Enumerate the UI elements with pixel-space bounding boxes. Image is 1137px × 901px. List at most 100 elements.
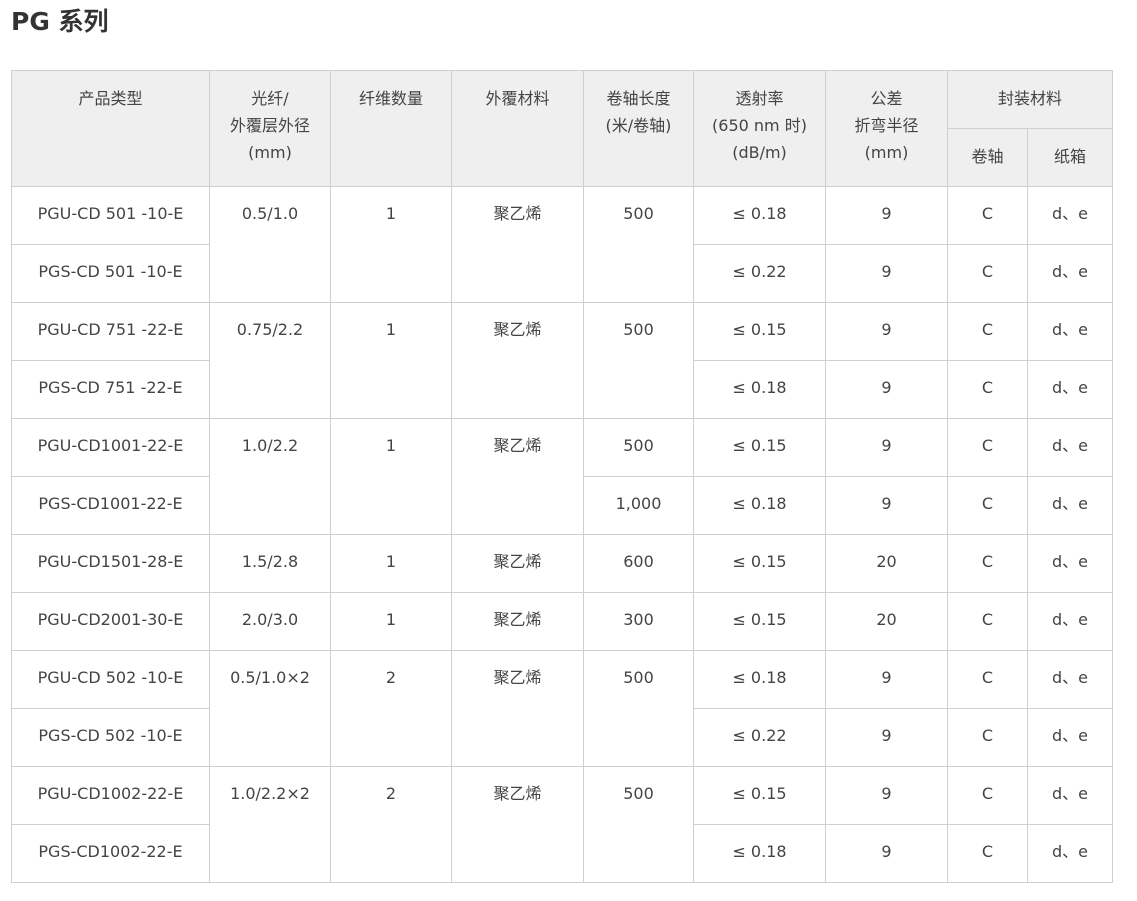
cell-fiber-count: 1 <box>330 186 452 303</box>
cell-packaging-reel: C <box>947 592 1028 651</box>
cell-packaging-box: d、e <box>1026 592 1114 651</box>
cell-jacket-material: 聚乙烯 <box>451 302 584 419</box>
cell-transmittance: ≤ 0.15 <box>693 592 826 651</box>
cell-reel-length: 1,000 <box>583 476 694 535</box>
cell-jacket-material: 聚乙烯 <box>451 650 584 767</box>
cell-reel-length: 500 <box>583 766 694 883</box>
cell-packaging-reel: C <box>947 708 1028 767</box>
cell-fiber-count: 2 <box>330 650 452 767</box>
cell-reel-length: 500 <box>583 186 694 303</box>
cell-transmittance: ≤ 0.15 <box>693 418 826 477</box>
cell-reel-length: 300 <box>583 592 694 651</box>
cell-bend-radius: 9 <box>825 186 948 245</box>
cell-fiber-count: 1 <box>330 534 452 593</box>
cell-packaging-reel: C <box>947 650 1028 709</box>
cell-packaging-reel: C <box>947 186 1028 245</box>
cell-transmittance: ≤ 0.18 <box>693 360 826 419</box>
cell-product-type: PGU-CD1001-22-E <box>11 418 210 477</box>
cell-bend-radius: 9 <box>825 650 948 709</box>
cell-reel-length: 600 <box>583 534 694 593</box>
cell-product-type: PGS-CD1001-22-E <box>11 476 210 535</box>
cell-bend-radius: 9 <box>825 476 948 535</box>
cell-product-type: PGU-CD 501 -10-E <box>11 186 210 245</box>
cell-bend-radius: 9 <box>825 824 948 883</box>
cell-bend-radius: 9 <box>825 244 948 303</box>
table-header: 产品类型 光纤/ 外覆层外径 (mm) 纤维数量 外覆材料 卷轴长度 (米/卷轴… <box>11 70 1114 187</box>
cell-product-type: PGS-CD 751 -22-E <box>11 360 210 419</box>
cell-reel-length: 500 <box>583 302 694 419</box>
cell-bend-radius: 20 <box>825 534 948 593</box>
cell-bend-radius: 9 <box>825 708 948 767</box>
cell-packaging-box: d、e <box>1026 302 1114 361</box>
cell-jacket-material: 聚乙烯 <box>451 592 584 651</box>
table-row: PGU-CD2001-30-E 2.0/3.0 1 聚乙烯 300 ≤ 0.15 20 Cd、… <box>11 592 1114 651</box>
cell-product-type: PGU-CD 502 -10-E <box>11 650 210 709</box>
cell-packaging-box: d、e <box>1026 766 1114 825</box>
table-row: PGU-CD 751 -22-E 0.75/2.2 1 聚乙烯 500 ≤ 0.15 9 Cd… <box>11 302 1114 419</box>
cell-fiber-diameter: 1.5/2.8 <box>209 534 331 593</box>
cell-fiber-count: 2 <box>330 766 452 883</box>
cell-packaging-box: d、e <box>1026 418 1114 477</box>
cell-packaging-box: d、e <box>1026 244 1114 303</box>
cell-packaging-reel: C <box>947 302 1028 361</box>
cell-packaging-reel: C <box>947 476 1028 535</box>
table-row: PGU-CD1002-22-E 1.0/2.2×2 2 聚乙烯 500 ≤ 0.15 9 Cd… <box>11 766 1114 883</box>
cell-bend-radius: 9 <box>825 302 948 361</box>
cell-packaging-box: d、e <box>1026 708 1114 767</box>
cell-product-type: PGU-CD 751 -22-E <box>11 302 210 361</box>
cell-packaging-box: d、e <box>1026 476 1114 535</box>
cell-transmittance: ≤ 0.18 <box>693 650 826 709</box>
table-row: PGU-CD 502 -10-E 0.5/1.0×2 2 聚乙烯 500 ≤ 0.18 9 C… <box>11 650 1114 767</box>
cell-packaging-box: d、e <box>1026 824 1114 883</box>
cell-bend-radius: 20 <box>825 592 948 651</box>
cell-packaging-box: d、e <box>1026 534 1114 593</box>
cell-packaging-reel: C <box>947 244 1028 303</box>
cell-fiber-count: 1 <box>330 302 452 419</box>
cell-packaging-box: d、e <box>1026 650 1114 709</box>
cell-fiber-diameter: 1.0/2.2×2 <box>209 766 331 883</box>
table-row: PGU-CD 501 -10-E 0.5/1.0 1 聚乙烯 500 ≤ 0.18 9 Cd、… <box>11 186 1114 303</box>
header-jacket-material: 外覆材料 <box>451 70 584 187</box>
cell-fiber-diameter: 2.0/3.0 <box>209 592 331 651</box>
cell-bend-radius: 9 <box>825 418 948 477</box>
header-transmittance: 透射率 (650 nm 时) (dB/m) <box>693 70 826 187</box>
cell-transmittance: ≤ 0.15 <box>693 302 826 361</box>
cell-fiber-count: 1 <box>330 592 452 651</box>
cell-jacket-material: 聚乙烯 <box>451 766 584 883</box>
cell-transmittance: ≤ 0.18 <box>693 476 826 535</box>
table-body: PGU-CD 501 -10-E 0.5/1.0 1 聚乙烯 500 ≤ 0.18 9 Cd、… <box>11 186 1114 883</box>
cell-bend-radius: 9 <box>825 766 948 825</box>
cell-packaging-reel: C <box>947 360 1028 419</box>
cell-fiber-diameter: 0.5/1.0 <box>209 186 331 303</box>
cell-fiber-diameter: 0.5/1.0×2 <box>209 650 331 767</box>
cell-fiber-diameter: 1.0/2.2 <box>209 418 331 535</box>
cell-reel-length: 500 <box>583 418 694 477</box>
cell-jacket-material: 聚乙烯 <box>451 418 584 535</box>
cell-product-type: PGS-CD1002-22-E <box>11 824 210 883</box>
cell-packaging-box: d、e <box>1026 360 1114 419</box>
header-packaging: 封装材料 <box>946 70 1114 129</box>
header-product-type: 产品类型 <box>11 70 210 187</box>
header-fiber-diameter: 光纤/ 外覆层外径 (mm) <box>209 70 331 187</box>
header-packaging-reel: 卷轴 <box>947 128 1028 187</box>
cell-fiber-count: 1 <box>330 418 452 535</box>
cell-product-type: PGU-CD2001-30-E <box>11 592 210 651</box>
cell-packaging-reel: C <box>947 824 1028 883</box>
header-packaging-box: 纸箱 <box>1026 128 1114 187</box>
cell-reel-length: 500 <box>583 650 694 767</box>
cell-transmittance: ≤ 0.15 <box>693 534 826 593</box>
header-reel-length: 卷轴长度 (米/卷轴) <box>583 70 694 187</box>
cell-packaging-reel: C <box>947 534 1028 593</box>
cell-packaging-box: d、e <box>1026 186 1114 245</box>
cell-bend-radius: 9 <box>825 360 948 419</box>
cell-fiber-diameter: 0.75/2.2 <box>209 302 331 419</box>
cell-transmittance: ≤ 0.15 <box>693 766 826 825</box>
table-row: PGU-CD1001-22-E 1.0/2.2 1 聚乙烯 500 ≤ 0.15 9 Cd、e <box>11 418 1114 535</box>
cell-jacket-material: 聚乙烯 <box>451 534 584 593</box>
cell-transmittance: ≤ 0.18 <box>693 186 826 245</box>
cell-product-type: PGS-CD 501 -10-E <box>11 244 210 303</box>
cell-jacket-material: 聚乙烯 <box>451 186 584 303</box>
cell-product-type: PGU-CD1501-28-E <box>11 534 210 593</box>
cell-product-type: PGS-CD 502 -10-E <box>11 708 210 767</box>
product-spec-table: 产品类型 光纤/ 外覆层外径 (mm) 纤维数量 外覆材料 卷轴长度 (米/卷轴… <box>11 70 1114 883</box>
